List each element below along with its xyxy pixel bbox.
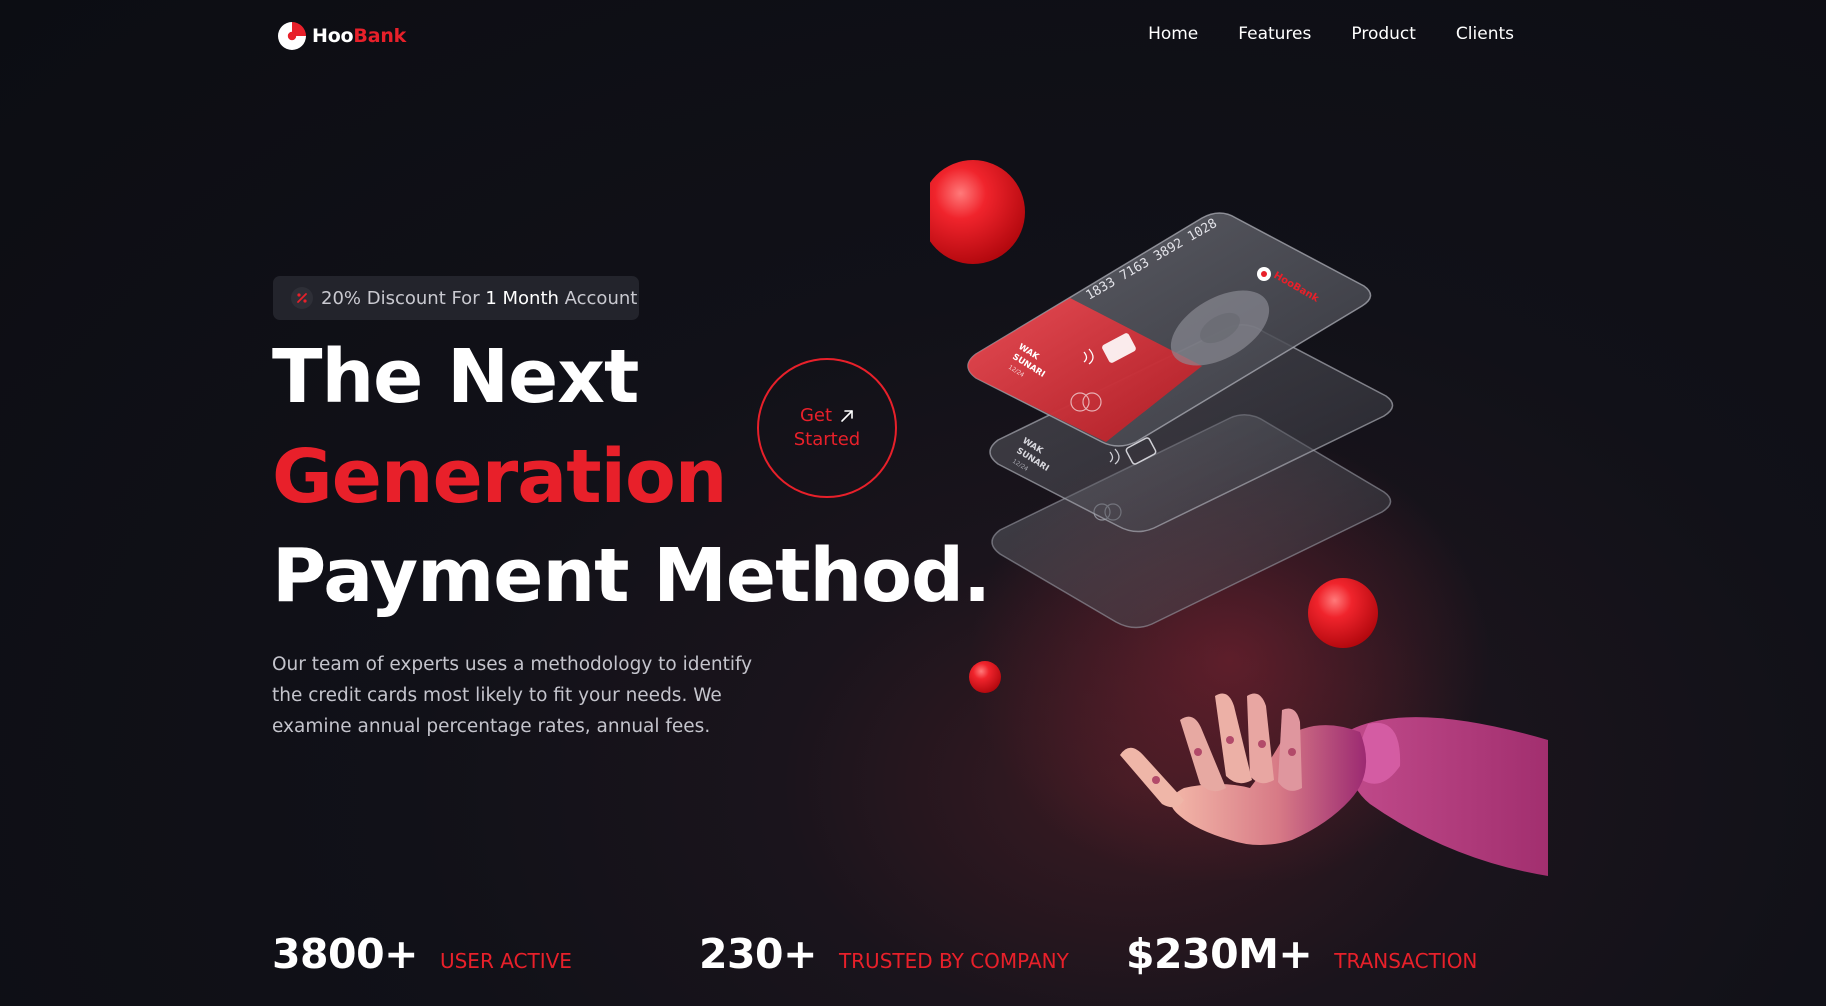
hoobank-logo-icon (278, 22, 306, 50)
red-sphere-large (930, 160, 1025, 264)
stat-label: User Active (439, 949, 572, 973)
nav-link-home[interactable]: Home (1148, 24, 1198, 44)
hero-headline-line3: Payment Method. (272, 533, 991, 619)
stat-transaction: $230M+ Transaction (1126, 930, 1477, 978)
discount-suffix: Account (558, 287, 638, 309)
hero-headline-line1: The Next (272, 334, 639, 420)
hero-description: Our team of experts uses a methodology t… (272, 654, 753, 737)
brand-name-part2: Bank (353, 25, 407, 47)
brand-name: HooBank (312, 25, 406, 47)
nav-link-product[interactable]: Product (1351, 24, 1416, 44)
nav-link-clients[interactable]: Clients (1456, 24, 1514, 44)
cta-label-get: Get (799, 405, 833, 426)
brand-logo[interactable]: HooBank (274, 18, 406, 54)
stats-bar: 3800+ User Active 230+ Trusted by Compan… (0, 930, 1826, 990)
stat-value: 230+ (699, 930, 817, 978)
discount-highlight: 1 Month (485, 287, 559, 309)
discount-text: 20% Discount For 1 Month Account (321, 288, 637, 309)
nav-link-features[interactable]: Features (1238, 24, 1311, 44)
discount-icon (291, 287, 313, 309)
cta-label-started: Started (793, 429, 861, 450)
hero-illustration: WAK SUNARI 12/24 WAK SUNARI 12/24 1833 7… (930, 160, 1548, 880)
nav-menu: Home Features Product Clients (1148, 24, 1514, 44)
arrow-up-right-icon (841, 410, 853, 422)
stat-label: Transaction (1334, 949, 1478, 973)
stat-user-active: 3800+ User Active (272, 930, 572, 978)
cta-line-1: Get (800, 404, 854, 428)
stat-label: Trusted by Company (838, 949, 1069, 973)
get-started-button[interactable]: Get Started (757, 358, 897, 498)
stat-trusted-by-company: 230+ Trusted by Company (699, 930, 1069, 978)
navbar: HooBank Home Features Product Clients (0, 0, 1826, 80)
brand-name-part1: Hoo (312, 25, 354, 47)
stat-value: $230M+ (1126, 930, 1313, 978)
stat-value: 3800+ (272, 930, 418, 978)
red-sphere-small (969, 661, 1001, 693)
red-sphere-medium (1308, 578, 1378, 648)
discount-badge: 20% Discount For 1 Month Account (273, 276, 639, 320)
hero-headline-line2: Generation (272, 434, 727, 520)
discount-prefix: 20% Discount For (321, 287, 486, 309)
